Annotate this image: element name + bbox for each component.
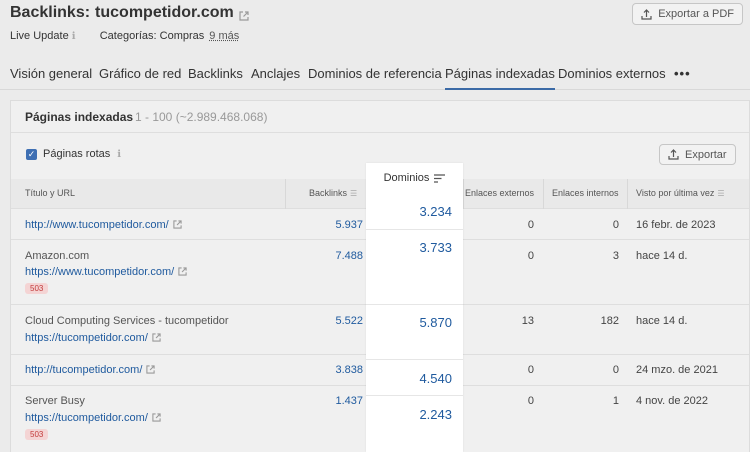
row-enlaces-externos: 0 (527, 395, 534, 407)
categories-label: Categorías: Compras (99, 30, 205, 42)
row-enlaces-internos: 3 (612, 250, 619, 262)
sort-icon[interactable] (434, 173, 446, 183)
row-visto: hace 14 d. (636, 315, 688, 327)
row-visto: 4 nov. de 2022 (636, 395, 708, 407)
row-url[interactable]: https://tucompetidor.com/ (25, 332, 161, 344)
external-link-icon[interactable] (173, 220, 182, 229)
row-divider (366, 304, 463, 305)
tab-bar: Visión general Gráfico de red Backlinks … (0, 63, 750, 90)
column-divider (627, 179, 628, 209)
info-icon[interactable]: ℹ (117, 149, 121, 160)
status-badge: 503 (25, 283, 49, 294)
broken-pages-label: Páginas rotas (43, 148, 111, 160)
col-dominios-label: Dominios (383, 172, 430, 184)
export-pdf-button[interactable]: Exportar a PDF (632, 3, 743, 25)
info-icon[interactable]: ℹ (72, 31, 82, 42)
row-url[interactable]: http://tucompetidor.com/ (25, 364, 156, 376)
external-link-icon[interactable] (152, 333, 161, 342)
row-url-text: https://www.tucompetidor.com/ (25, 266, 175, 278)
row-dominios[interactable]: 3.234 (419, 204, 452, 219)
row-enlaces-externos: 0 (527, 364, 534, 376)
column-divider (543, 179, 544, 209)
col-enlaces-internos[interactable]: Enlaces internos (552, 188, 619, 198)
card-title: Páginas indexadas (25, 110, 134, 124)
external-link-icon[interactable] (178, 267, 187, 276)
tab-grafico-de-red[interactable]: Gráfico de red (99, 66, 181, 90)
live-update-label: Live Update (10, 30, 69, 42)
more-tabs-icon[interactable]: ••• (674, 66, 691, 81)
row-url-text: http://www.tucompetidor.com/ (25, 219, 169, 231)
column-divider (463, 179, 464, 209)
row-visto: 16 febr. de 2023 (636, 219, 716, 231)
row-url-text: http://tucompetidor.com/ (25, 364, 143, 376)
sort-icon[interactable]: ☰ (717, 189, 724, 198)
row-enlaces-internos: 0 (612, 219, 619, 231)
export-icon (641, 8, 652, 20)
tab-vision-general[interactable]: Visión general (10, 66, 92, 90)
card-range: 1 - 100 (~2.989.468.068) (135, 110, 268, 124)
row-visto: 24 mzo. de 2021 (636, 364, 718, 376)
row-dominios[interactable]: 3.733 (419, 240, 452, 255)
row-enlaces-internos: 0 (612, 364, 619, 376)
row-enlaces-externos: 0 (527, 219, 534, 231)
checkbox-checked-icon[interactable]: ✓ (26, 148, 37, 160)
page-title-prefix: Backlinks: (10, 4, 91, 21)
row-title: Server Busy (25, 395, 85, 407)
row-enlaces-internos: 1 (612, 395, 619, 407)
row-title: Amazon.com (25, 250, 90, 262)
tab-dominios-de-referencia[interactable]: Dominios de referencia (308, 66, 442, 90)
row-dominios[interactable]: 5.870 (419, 315, 452, 330)
row-enlaces-externos: 13 (521, 315, 534, 327)
col-dominios[interactable]: Dominios (366, 163, 463, 193)
sort-icon[interactable]: ☰ (350, 189, 357, 198)
tab-backlinks[interactable]: Backlinks (188, 66, 243, 90)
row-backlinks[interactable]: 5.937 (335, 219, 363, 231)
row-enlaces-externos: 0 (527, 250, 534, 262)
tab-dominios-externos[interactable]: Dominios externos (558, 66, 666, 90)
row-url-text: https://tucompetidor.com/ (25, 412, 148, 424)
tab-paginas-indexadas[interactable]: Páginas indexadas (445, 66, 555, 90)
tab-anclajes[interactable]: Anclajes (251, 66, 300, 90)
row-url[interactable]: https://www.tucompetidor.com/ (25, 266, 187, 278)
page-title-domain: tucompetidor.com (95, 4, 234, 21)
row-dominios[interactable]: 2.243 (419, 407, 452, 422)
categories-more-link[interactable]: 9 más (209, 30, 239, 42)
row-url[interactable]: https://tucompetidor.com/ (25, 412, 161, 424)
row-url-text: https://tucompetidor.com/ (25, 332, 148, 344)
row-title: Cloud Computing Services - tucompetidor (25, 315, 229, 327)
col-backlinks[interactable]: Backlinks ☰ (309, 188, 357, 198)
meta-bar: Live Update ℹ Categorías: Compras 9 más (10, 30, 239, 42)
row-dominios[interactable]: 4.540 (419, 371, 452, 386)
external-link-icon[interactable] (146, 365, 156, 374)
card-header: Páginas indexadas 1 - 100 (~2.989.468.06… (11, 101, 749, 133)
export-button[interactable]: Exportar (659, 144, 736, 165)
row-enlaces-internos: 182 (600, 315, 619, 327)
broken-pages-filter[interactable]: ✓ Páginas rotas ℹ (26, 148, 121, 160)
col-visto-label: Visto por última vez (636, 188, 715, 198)
row-backlinks[interactable]: 1.437 (335, 395, 363, 407)
row-visto: hace 14 d. (636, 250, 688, 262)
export-pdf-label: Exportar a PDF (658, 8, 734, 20)
column-divider (285, 179, 286, 209)
row-divider (366, 229, 463, 230)
external-link-icon[interactable] (239, 8, 249, 21)
col-enlaces-externos[interactable]: Enlaces externos (465, 188, 534, 198)
row-backlinks[interactable]: 7.488 (335, 250, 363, 262)
col-backlinks-label: Backlinks (309, 188, 348, 198)
row-backlinks[interactable]: 5.522 (335, 315, 363, 327)
page-header: Backlinks: tucompetidor.com Exportar a P… (0, 0, 750, 90)
status-badge: 503 (25, 429, 49, 440)
col-visto[interactable]: Visto por última vez ☰ (636, 188, 725, 198)
row-url[interactable]: http://www.tucompetidor.com/ (25, 219, 182, 231)
row-divider (366, 395, 463, 396)
row-divider (366, 359, 463, 360)
col-title-url[interactable]: Título y URL (25, 188, 75, 198)
external-link-icon[interactable] (152, 413, 161, 422)
dominios-column-highlight: Dominios 3.234 3.733 5.870 4.540 2.243 (366, 163, 463, 452)
page-title: Backlinks: tucompetidor.com (10, 4, 249, 22)
row-backlinks[interactable]: 3.838 (335, 364, 363, 376)
export-label: Exportar (685, 148, 727, 161)
export-icon (668, 149, 679, 160)
